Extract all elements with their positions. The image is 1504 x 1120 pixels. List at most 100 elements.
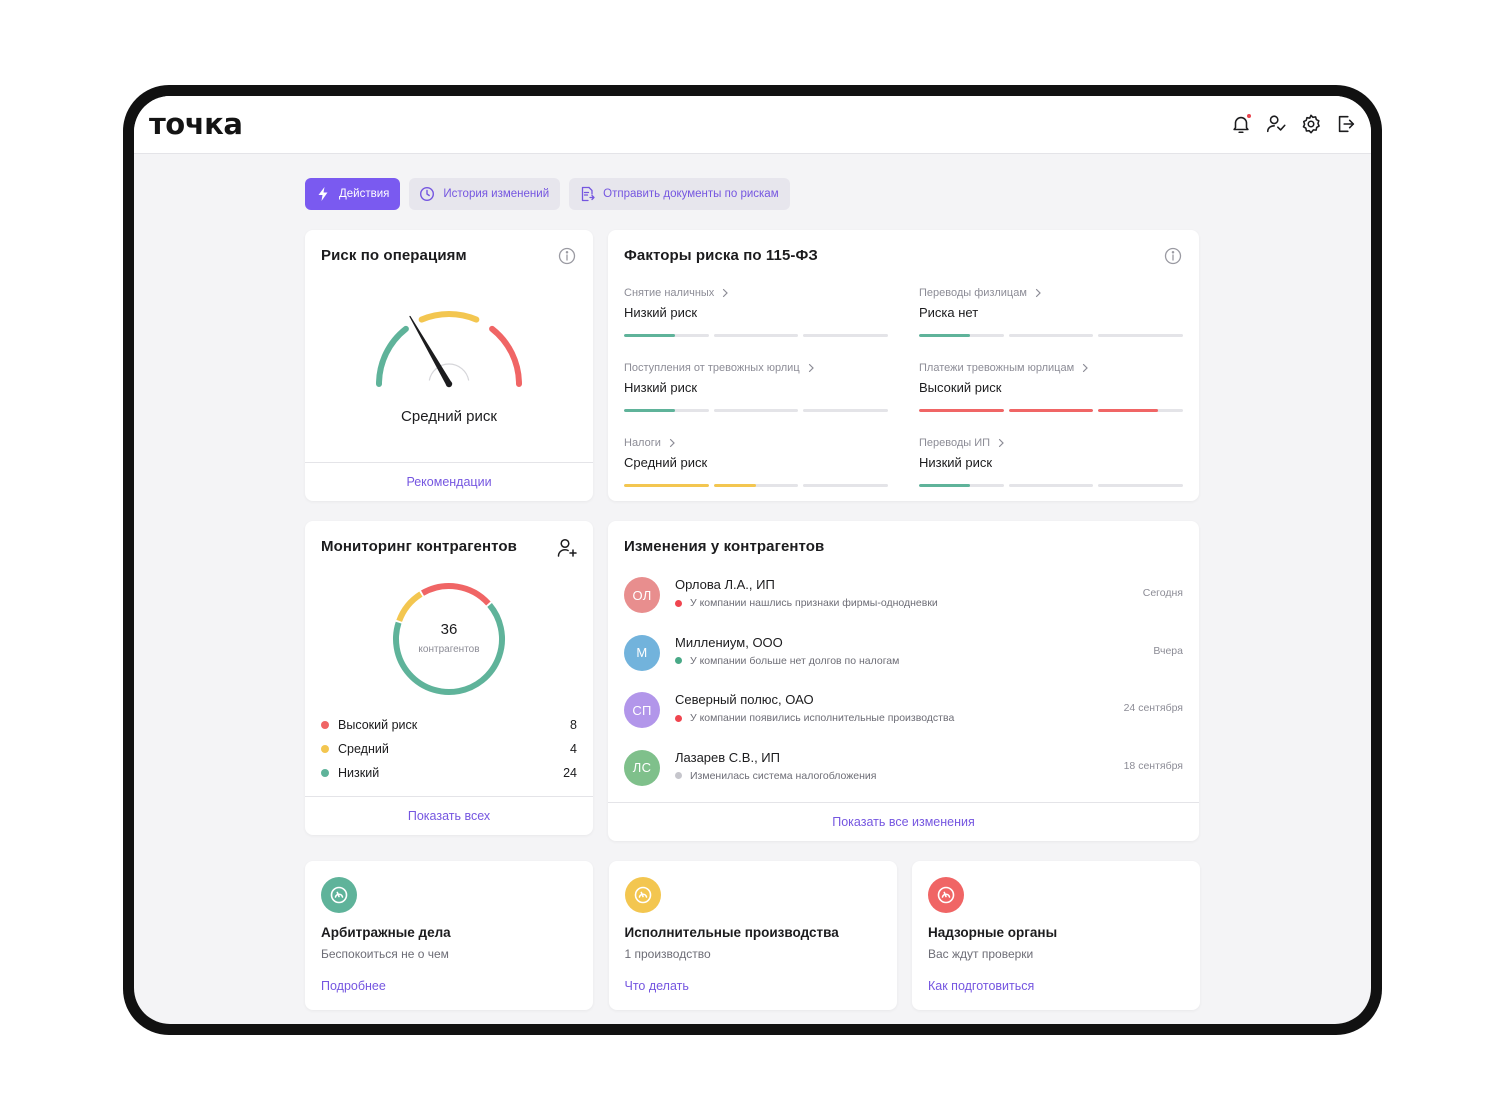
change-list-item[interactable]: СП Северный полюс, ОАО У компании появилис… bbox=[624, 690, 1183, 730]
factor-level-bar bbox=[624, 484, 889, 487]
change-date: Вчера bbox=[1153, 644, 1183, 657]
mini-card-title: Надзорные органы bbox=[928, 925, 1058, 940]
factor-level-segment bbox=[713, 409, 799, 412]
mini-card-subtitle: Беспокоиться не о чем bbox=[321, 947, 449, 961]
legend-dot bbox=[321, 745, 329, 753]
factor-level-segment bbox=[624, 334, 709, 337]
tab-label: Отправить документы по рискам bbox=[603, 188, 779, 200]
recommendations-link[interactable]: Рекомендации bbox=[305, 462, 593, 501]
card-title: Мониторинг контрагентов bbox=[321, 538, 517, 555]
tab-send-documents[interactable]: Отправить документы по рискам bbox=[569, 178, 790, 210]
factor-level-fill bbox=[1008, 409, 1094, 412]
tab-history[interactable]: История изменений bbox=[409, 178, 561, 210]
legend-count: 4 bbox=[570, 742, 577, 756]
factor-level-segment bbox=[803, 409, 889, 412]
mini-card-subtitle: Вас ждут проверки bbox=[928, 947, 1034, 961]
factor-level-bar bbox=[624, 409, 889, 412]
counterparty-name: Северный полюс, ОАО bbox=[675, 692, 814, 707]
operations-risk-card: Риск по операциям Средний риск Рекоменда… bbox=[305, 230, 593, 501]
document-send-icon bbox=[579, 186, 595, 202]
factor-value: Средний риск bbox=[624, 455, 708, 470]
factor-level-bar bbox=[919, 409, 1184, 412]
logout-icon[interactable] bbox=[1335, 113, 1357, 135]
gear-icon[interactable] bbox=[1300, 113, 1322, 135]
factor-level-fill bbox=[919, 484, 970, 487]
card-title: Риск по операциям bbox=[321, 247, 467, 264]
mini-card-subtitle: 1 производство bbox=[624, 947, 711, 961]
tab-actions[interactable]: Действия bbox=[305, 178, 401, 210]
gauge-icon bbox=[624, 877, 661, 913]
add-user-icon[interactable] bbox=[556, 537, 578, 559]
arbitration-cases-card: Арбитражные дела Беспокоиться не о чем Под… bbox=[305, 861, 593, 1010]
factor-level-segment bbox=[919, 409, 1004, 412]
bell-icon[interactable] bbox=[1230, 113, 1252, 135]
change-description: У компании нашлись признаки фирмы-однодн… bbox=[675, 597, 938, 609]
user-shield-icon[interactable] bbox=[1265, 113, 1287, 135]
mini-card-link[interactable]: Подробнее bbox=[321, 979, 386, 993]
change-description-text: У компании появились исполнительные прои… bbox=[690, 712, 955, 724]
chevron-right-icon bbox=[723, 288, 729, 298]
avatar: М bbox=[624, 634, 660, 671]
top-bar: точка bbox=[134, 96, 1371, 154]
legend-item: Высокий риск 8 bbox=[321, 713, 577, 737]
factor-level-segment bbox=[1008, 484, 1094, 487]
gauge-needle-pivot bbox=[445, 380, 453, 388]
factor-level-fill bbox=[1098, 409, 1158, 412]
risk-factor[interactable]: Переводы физлицам Риска нет bbox=[919, 285, 1184, 337]
factor-name: Переводы физлицам bbox=[919, 285, 1183, 301]
chevron-right-icon bbox=[808, 363, 814, 373]
risk-factor[interactable]: Переводы ИП Низкий риск bbox=[919, 435, 1184, 487]
avatar: СП bbox=[624, 692, 660, 728]
factor-level-segment bbox=[1098, 484, 1184, 487]
legend-dot bbox=[321, 721, 329, 729]
counterparty-monitoring-card: Мониторинг контрагентов 36 контрагентов … bbox=[305, 521, 593, 835]
app-logo[interactable]: точка bbox=[149, 107, 243, 141]
chevron-right-icon bbox=[1035, 288, 1041, 298]
mini-card-link[interactable]: Как подготовиться bbox=[928, 979, 1034, 993]
change-list-item[interactable]: ОЛ Орлова Л.А., ИП У компании нашлись приз… bbox=[624, 575, 1183, 615]
legend-dot bbox=[321, 769, 329, 777]
counterparty-changes-card: Изменения у контрагентов Показать все из… bbox=[608, 521, 1199, 841]
factor-value: Низкий риск bbox=[919, 455, 993, 470]
gauge-arc-medium bbox=[418, 311, 480, 323]
risk-factor[interactable]: Налоги Средний риск bbox=[624, 435, 889, 487]
legend-item: Низкий 24 bbox=[321, 761, 577, 785]
risk-factor[interactable]: Снятие наличных Низкий риск bbox=[624, 285, 889, 337]
factor-level-bar bbox=[624, 334, 889, 337]
lightning-icon bbox=[315, 186, 331, 202]
factor-value: Низкий риск bbox=[624, 305, 698, 320]
change-description-text: У компании нашлись признаки фирмы-однодн… bbox=[690, 597, 938, 609]
legend-item: Средний 4 bbox=[321, 737, 577, 761]
change-description: Изменилась система налогобложения bbox=[675, 770, 876, 782]
change-description: У компании появились исполнительные прои… bbox=[675, 712, 954, 724]
factor-value: Низкий риск bbox=[624, 380, 698, 395]
factor-level-fill bbox=[624, 409, 675, 412]
risk-factors-card: Факторы риска по 115-ФЗ Снятие наличных Н… bbox=[608, 230, 1199, 501]
factor-level-segment bbox=[713, 334, 799, 337]
donut-legend: Высокий риск 8 Средний 4 Низкий 24 bbox=[321, 713, 577, 785]
show-all-changes-link[interactable]: Показать все изменения bbox=[608, 802, 1199, 841]
info-icon[interactable] bbox=[558, 247, 576, 265]
info-icon[interactable] bbox=[1164, 247, 1182, 265]
gauge-label: Средний риск bbox=[401, 408, 497, 425]
factor-value: Высокий риск bbox=[919, 380, 1002, 395]
factor-level-fill bbox=[919, 409, 1004, 412]
risk-factor[interactable]: Платежи тревожным юрлицам Высокий риск bbox=[919, 360, 1184, 412]
counterparty-name: Орлова Л.А., ИП bbox=[675, 577, 775, 592]
risk-factor[interactable]: Поступления от тревожных юрлиц Низкий рис… bbox=[624, 360, 889, 412]
factor-level-fill bbox=[713, 484, 756, 487]
mini-card-link[interactable]: Что делать bbox=[625, 979, 689, 993]
clock-icon bbox=[419, 186, 435, 202]
factor-name: Налоги bbox=[624, 435, 888, 451]
factor-name-label: Переводы ИП bbox=[919, 437, 991, 449]
enforcement-proceedings-card: Исполнительные производства 1 производств… bbox=[608, 861, 897, 1010]
status-dot bbox=[675, 657, 682, 664]
card-title: Изменения у контрагентов bbox=[624, 538, 825, 555]
change-list-item[interactable]: М Миллениум, ООО У компании больше нет дол… bbox=[624, 633, 1183, 673]
avatar: ЛС bbox=[624, 749, 660, 786]
mini-card-title: Исполнительные производства bbox=[624, 925, 839, 940]
change-list-item[interactable]: ЛС Лазарев С.В., ИП Изменилась система нал… bbox=[624, 748, 1183, 788]
status-dot bbox=[675, 714, 682, 722]
change-date: 24 сентября bbox=[1123, 702, 1183, 714]
show-all-link[interactable]: Показать всех bbox=[305, 796, 593, 835]
